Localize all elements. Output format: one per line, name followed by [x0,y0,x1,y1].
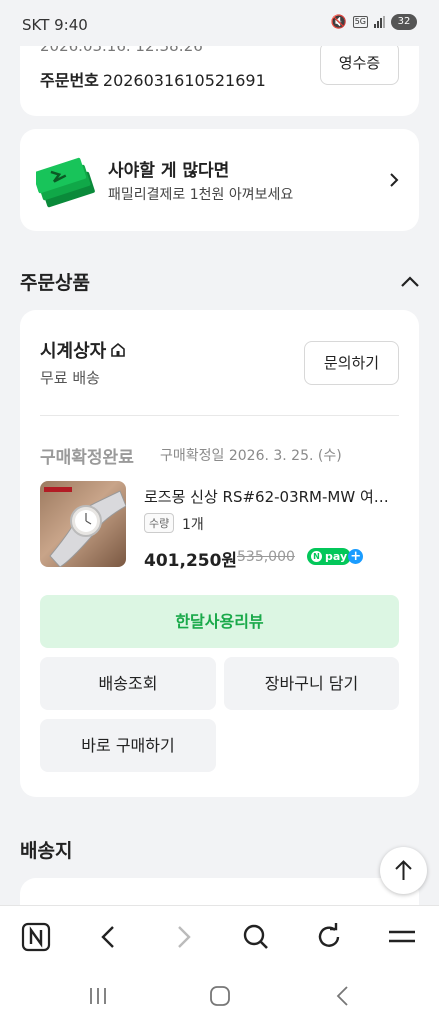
home-icon [111,342,126,357]
npay-text: pay [325,550,348,563]
arrow-up-icon [395,860,412,880]
battery-icon: 32 [391,14,417,30]
monthly-review-button[interactable]: 한달사용리뷰 [40,595,399,648]
shipping-section-title: 배송지 [20,840,73,862]
scroll-top-button[interactable] [380,847,427,894]
seller-name[interactable]: 시계상자 [40,337,127,363]
chevron-right-icon [390,173,399,187]
order-status: 구매확정완료 [40,448,134,468]
quantity-value: 1개 [182,517,204,533]
forward-icon[interactable] [166,920,200,954]
refresh-icon[interactable] [312,920,346,954]
naver-n-icon[interactable] [19,920,53,954]
system-navigation-bar [0,967,439,1024]
seller-name-text: 시계상자 [40,341,107,362]
browser-toolbar [0,905,439,967]
signal-icon [374,16,385,28]
track-shipment-button[interactable]: 배송조회 [40,657,216,710]
home-button-icon[interactable] [207,983,233,1009]
status-time: SKT 9:40 [22,16,88,34]
npay-badge: N pay + [307,548,364,565]
order-product-card: 시계상자 무료 배송 문의하기 구매확정완료 구매확정일 2026. 3. 25… [20,310,419,797]
shipping-fee: 무료 배송 [40,369,100,387]
promo-title: 사야할 게 많다면 [108,161,230,181]
promo-subtitle: 패밀리결제로 1천원 아껴보세요 [108,187,294,203]
npay-plus-icon: + [348,549,364,564]
order-number-label: 주문번호 [40,71,99,90]
recent-apps-icon[interactable] [85,983,111,1009]
add-to-cart-button[interactable]: 장바구니 담기 [224,657,399,710]
confirm-date: 구매확정일 2026. 3. 25. (수) [160,448,342,464]
product-name[interactable]: 로즈몽 신상 RS#62-03RM-MW 여성 메탈시계 [144,486,399,507]
order-number-value: 2026031610521691 [102,71,266,90]
watch-image [44,487,126,567]
chevron-up-icon[interactable] [399,272,421,292]
status-icons: 🔇 5G 32 [331,14,417,30]
network-type: 5G [352,16,368,28]
original-price: 535,000 [237,549,295,565]
products-section-title: 주문상품 [20,272,90,294]
mute-icon: 🔇 [330,14,347,30]
family-pay-promo[interactable]: 사야할 게 많다면 패밀리결제로 1천원 아껴보세요 [20,129,419,231]
status-bar: SKT 9:40 🔇 5G 32 [0,0,439,46]
order-number: 주문번호 2026031610521691 [40,67,266,91]
buy-again-button[interactable]: 바로 구매하기 [40,719,216,772]
receipt-button[interactable]: 영수증 [320,42,399,85]
quantity-label: 수량 [144,513,175,533]
npay-n-icon: N [311,551,322,562]
menu-icon[interactable] [385,920,419,954]
search-icon[interactable] [239,920,273,954]
inquiry-button[interactable]: 문의하기 [304,341,399,385]
npay-pill: N pay [307,548,352,565]
back-nav-icon[interactable] [330,983,356,1009]
product-thumbnail[interactable] [40,481,126,567]
money-stack-icon [36,157,95,208]
divider [40,415,399,416]
back-icon[interactable] [92,920,126,954]
product-price: 401,250원 [144,551,238,571]
